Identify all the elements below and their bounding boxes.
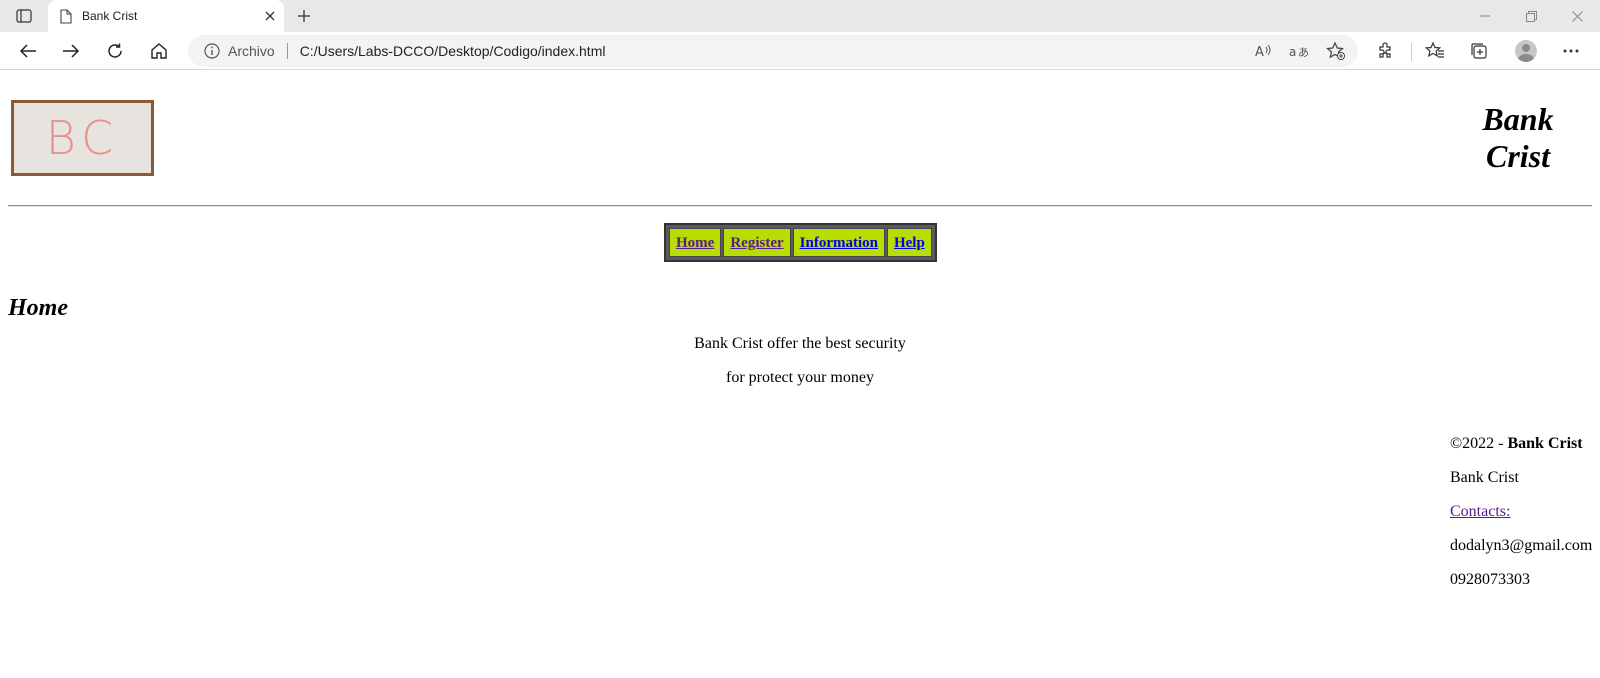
page-icon bbox=[60, 8, 72, 24]
profile-avatar[interactable] bbox=[1512, 37, 1540, 65]
site-title-line2: Crist bbox=[1485, 138, 1551, 174]
logo-text: BC bbox=[45, 111, 120, 165]
translate-icon[interactable]: aあ bbox=[1285, 37, 1313, 65]
restore-icon[interactable] bbox=[1508, 0, 1554, 32]
tab-title: Bank Crist bbox=[82, 9, 138, 23]
address-prefix: Archivo bbox=[228, 43, 275, 59]
intro-line-1: Bank Crist offer the best security bbox=[694, 335, 906, 352]
main-menu: Home Register Information Help bbox=[664, 223, 937, 262]
tab-bar: Bank Crist bbox=[0, 0, 1600, 32]
add-favorite-icon[interactable] bbox=[1322, 37, 1350, 65]
collections-icon[interactable] bbox=[1465, 37, 1493, 65]
footer-contacts: Contacts: bbox=[1450, 503, 1510, 521]
menu-help-link[interactable]: Help bbox=[886, 228, 932, 257]
contacts-link[interactable]: Contacts: bbox=[1450, 503, 1510, 520]
header-divider bbox=[8, 205, 1592, 207]
toolbar-divider bbox=[1411, 43, 1412, 61]
address-bar[interactable]: Archivo C:/Users/Labs-DCCO/Desktop/Codig… bbox=[188, 35, 1358, 67]
menu-information-link[interactable]: Information bbox=[792, 228, 885, 257]
favorites-icon[interactable] bbox=[1421, 37, 1449, 65]
footer-company: Bank Crist bbox=[1450, 469, 1519, 486]
menu-home-link[interactable]: Home bbox=[669, 228, 722, 257]
site-title: Bank Crist bbox=[1448, 101, 1588, 175]
forward-icon[interactable] bbox=[57, 37, 85, 65]
home-icon[interactable] bbox=[145, 37, 173, 65]
svg-text:あ: あ bbox=[1298, 46, 1309, 58]
page-heading: Home bbox=[8, 295, 68, 321]
info-icon[interactable] bbox=[204, 43, 220, 59]
svg-text:a: a bbox=[1289, 45, 1296, 58]
read-aloud-icon[interactable]: A bbox=[1250, 37, 1278, 65]
new-tab-icon[interactable] bbox=[292, 6, 316, 26]
browser-toolbar: Archivo C:/Users/Labs-DCCO/Desktop/Codig… bbox=[0, 32, 1600, 70]
copyright-prefix: ©2022 - bbox=[1450, 435, 1508, 452]
menu-register-link[interactable]: Register bbox=[723, 228, 791, 257]
intro-line-2: for protect your money bbox=[726, 369, 874, 386]
more-options-icon[interactable] bbox=[1557, 37, 1585, 65]
site-title-line1: Bank bbox=[1482, 101, 1554, 137]
footer-copyright: ©2022 - Bank Crist bbox=[1450, 435, 1583, 453]
url-text[interactable]: C:/Users/Labs-DCCO/Desktop/Codigo/index.… bbox=[300, 43, 1358, 59]
copyright-name: Bank Crist bbox=[1507, 435, 1583, 452]
close-window-icon[interactable] bbox=[1554, 0, 1600, 32]
close-tab-icon[interactable] bbox=[256, 11, 284, 21]
svg-text:A: A bbox=[1255, 45, 1264, 58]
refresh-icon[interactable] bbox=[101, 37, 129, 65]
page-viewport: BC Bank Crist Home Register Information … bbox=[0, 71, 1600, 678]
tab-actions-icon[interactable] bbox=[12, 6, 36, 26]
footer-phone: 0928073303 bbox=[1450, 571, 1530, 588]
back-icon[interactable] bbox=[14, 37, 42, 65]
extensions-icon[interactable] bbox=[1372, 37, 1400, 65]
bank-logo: BC bbox=[11, 100, 154, 176]
address-separator bbox=[286, 43, 288, 59]
minimize-icon[interactable] bbox=[1462, 0, 1508, 32]
browser-tab[interactable]: Bank Crist bbox=[48, 0, 284, 32]
footer-email: dodalyn3@gmail.com bbox=[1450, 537, 1593, 554]
